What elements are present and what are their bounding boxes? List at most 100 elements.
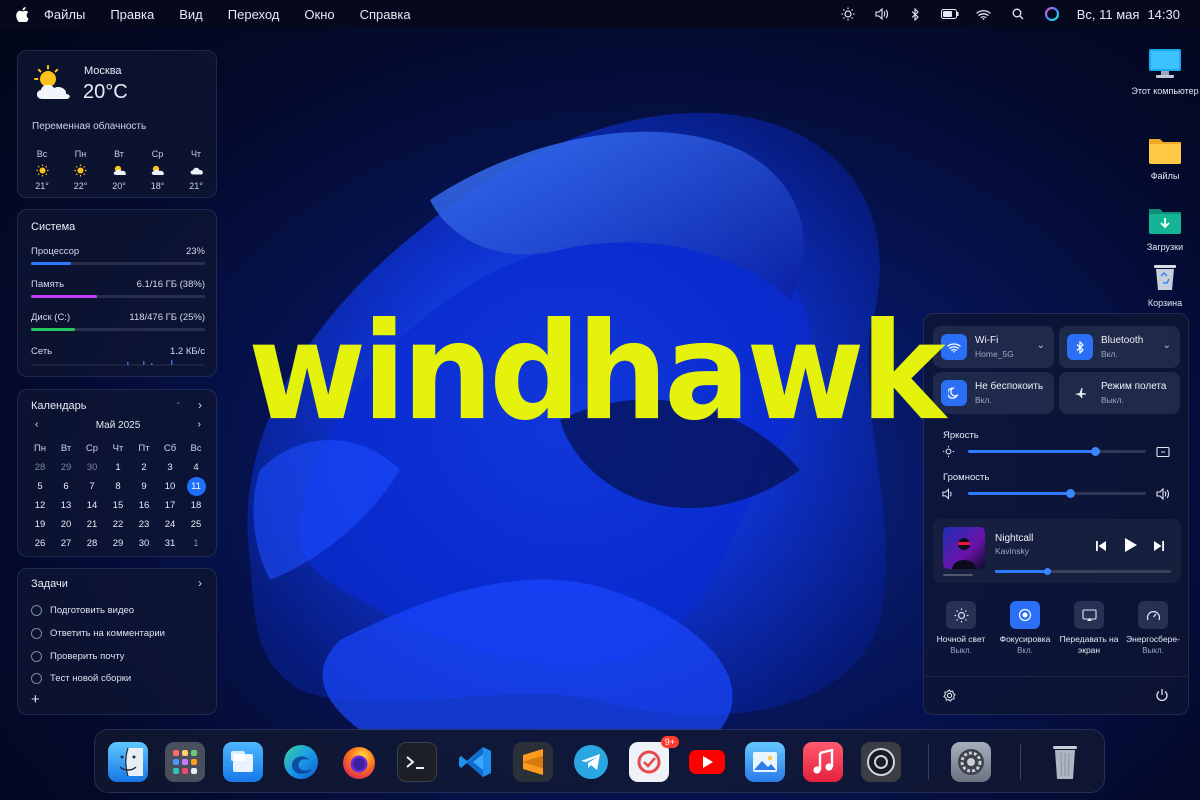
volume-icon[interactable] xyxy=(865,8,899,20)
menubar-date[interactable]: Вс, 11 мая xyxy=(1077,7,1140,22)
terminal-icon[interactable] xyxy=(397,742,437,782)
album-art[interactable] xyxy=(943,527,985,569)
previous-track-icon[interactable] xyxy=(1095,539,1107,557)
obs-studio-icon[interactable] xyxy=(861,742,901,782)
calendar-day[interactable]: 30 xyxy=(131,538,157,549)
apple-menu-icon[interactable] xyxy=(0,6,44,22)
dnd-tile[interactable]: Не беспокоить Вкл. xyxy=(933,372,1054,414)
calendar-day[interactable]: 7 xyxy=(79,481,105,492)
menu-edit[interactable]: Правка xyxy=(110,7,154,22)
youtube-icon[interactable] xyxy=(687,742,727,782)
task-checkbox[interactable] xyxy=(31,650,42,662)
calendar-options-icon[interactable]: - xyxy=(177,398,180,409)
add-task-button[interactable]: + xyxy=(31,691,40,708)
calendar-day[interactable]: 9 xyxy=(131,481,157,492)
task-item[interactable]: Ответить на комментарии xyxy=(31,626,165,640)
calendar-day[interactable]: 2 xyxy=(131,462,157,473)
airplane-tile[interactable]: Режим полета Выкл. xyxy=(1059,372,1180,414)
focus-toggle[interactable]: Фокусировка Вкл. xyxy=(995,601,1055,656)
task-checkbox[interactable] xyxy=(31,604,42,616)
search-icon[interactable] xyxy=(1001,8,1035,20)
desktop-icon-downloads[interactable]: Загрузки xyxy=(1130,206,1200,252)
system-settings-icon[interactable] xyxy=(951,742,991,782)
next-month-button[interactable]: › xyxy=(198,419,201,430)
menu-window[interactable]: Окно xyxy=(304,7,334,22)
launchpad-icon[interactable] xyxy=(165,742,205,782)
calendar-day[interactable]: 10 xyxy=(157,481,183,492)
brightness-slider-knob[interactable] xyxy=(1091,447,1101,456)
sublime-text-icon[interactable] xyxy=(513,742,553,782)
calendar-day[interactable]: 29 xyxy=(53,462,79,473)
calendar-day[interactable]: 13 xyxy=(53,500,79,511)
calendar-day[interactable]: 8 xyxy=(105,481,131,492)
wifi-icon[interactable] xyxy=(967,9,1001,20)
calendar-day[interactable]: 20 xyxy=(53,519,79,530)
menubar-time[interactable]: 14:30 xyxy=(1147,7,1180,22)
calendar-day[interactable]: 19 xyxy=(27,519,53,530)
calendar-day[interactable]: 24 xyxy=(157,519,183,530)
calendar-day[interactable]: 1 xyxy=(183,538,209,549)
siri-icon[interactable] xyxy=(1035,7,1069,21)
chevron-down-icon[interactable]: ⌄ xyxy=(1163,340,1171,351)
play-icon[interactable] xyxy=(1124,537,1138,558)
menu-files[interactable]: Файлы xyxy=(44,7,85,22)
calendar-widget[interactable]: Календарь - › ‹ Май 2025 › Пн Вт Ср Чт Пт Сб В… xyxy=(17,389,217,557)
vscode-icon[interactable] xyxy=(455,742,495,782)
telegram-icon[interactable] xyxy=(571,742,611,782)
calendar-day[interactable]: 23 xyxy=(131,519,157,530)
settings-gear-icon[interactable] xyxy=(943,689,956,707)
calendar-day[interactable]: 25 xyxy=(183,519,209,530)
tasks-widget[interactable]: Задачи › Подготовить видео Ответить на к… xyxy=(17,568,217,715)
trash-icon[interactable] xyxy=(1045,742,1085,782)
photos-icon[interactable] xyxy=(745,742,785,782)
task-checkbox[interactable] xyxy=(31,672,42,684)
calendar-day[interactable]: 18 xyxy=(183,500,209,511)
menu-go[interactable]: Переход xyxy=(228,7,280,22)
calendar-day[interactable]: 1 xyxy=(105,462,131,473)
power-icon[interactable] xyxy=(1155,688,1169,707)
next-track-icon[interactable] xyxy=(1153,539,1165,557)
chevron-right-icon[interactable]: › xyxy=(198,398,202,412)
calendar-day[interactable]: 14 xyxy=(79,500,105,511)
desktop-icon-files[interactable]: Файлы xyxy=(1130,135,1200,181)
calendar-day[interactable]: 29 xyxy=(105,538,131,549)
calendar-day[interactable]: 28 xyxy=(27,462,53,473)
chevron-right-icon[interactable]: › xyxy=(198,576,202,590)
track-progress[interactable] xyxy=(995,568,1171,575)
todo-app-icon[interactable]: 9+ xyxy=(629,736,679,782)
night-light-toggle[interactable]: Ночной свет Выкл. xyxy=(931,601,991,656)
desktop-icon-recycle-bin[interactable]: Корзина xyxy=(1130,262,1200,308)
bluetooth-icon[interactable] xyxy=(899,7,933,21)
calendar-day[interactable]: 4 xyxy=(183,462,209,473)
task-item[interactable]: Тест новой сборки xyxy=(31,671,131,685)
cast-screen-toggle[interactable]: Передавать на экран xyxy=(1059,601,1119,656)
edge-browser-icon[interactable] xyxy=(281,742,321,782)
volume-slider-knob[interactable] xyxy=(1066,489,1076,498)
calendar-day[interactable]: 27 xyxy=(53,538,79,549)
volume-slider[interactable] xyxy=(968,489,1146,498)
desktop-icon-this-pc[interactable]: Этот компьютер xyxy=(1130,48,1200,96)
calendar-day[interactable]: 30 xyxy=(79,462,105,473)
menu-view[interactable]: Вид xyxy=(179,7,203,22)
task-item[interactable]: Проверить почту xyxy=(31,649,125,663)
track-progress-knob[interactable] xyxy=(1043,568,1051,575)
firefox-icon[interactable] xyxy=(339,742,379,782)
calendar-day[interactable]: 5 xyxy=(27,481,53,492)
calendar-day[interactable]: 31 xyxy=(157,538,183,549)
weather-widget[interactable]: Москва 20°C Переменная облачность Вс 21°… xyxy=(17,50,217,198)
calendar-day[interactable]: 22 xyxy=(105,519,131,530)
finder-icon[interactable] xyxy=(108,742,148,782)
calendar-day[interactable]: 28 xyxy=(79,538,105,549)
menu-help[interactable]: Справка xyxy=(360,7,411,22)
task-item[interactable]: Подготовить видео xyxy=(31,603,134,617)
calendar-day[interactable]: 17 xyxy=(157,500,183,511)
calendar-day[interactable]: 16 xyxy=(131,500,157,511)
music-icon[interactable] xyxy=(803,742,843,782)
brightness-slider[interactable] xyxy=(968,447,1146,456)
chevron-down-icon[interactable]: ⌄ xyxy=(1037,340,1045,351)
system-monitor-widget[interactable]: Система Процессор 23% Память 6.1/16 ГБ (… xyxy=(17,209,217,377)
calendar-day[interactable]: 15 xyxy=(105,500,131,511)
calendar-day[interactable]: 21 xyxy=(79,519,105,530)
battery-icon[interactable] xyxy=(933,9,967,19)
calendar-day[interactable]: 6 xyxy=(53,481,79,492)
